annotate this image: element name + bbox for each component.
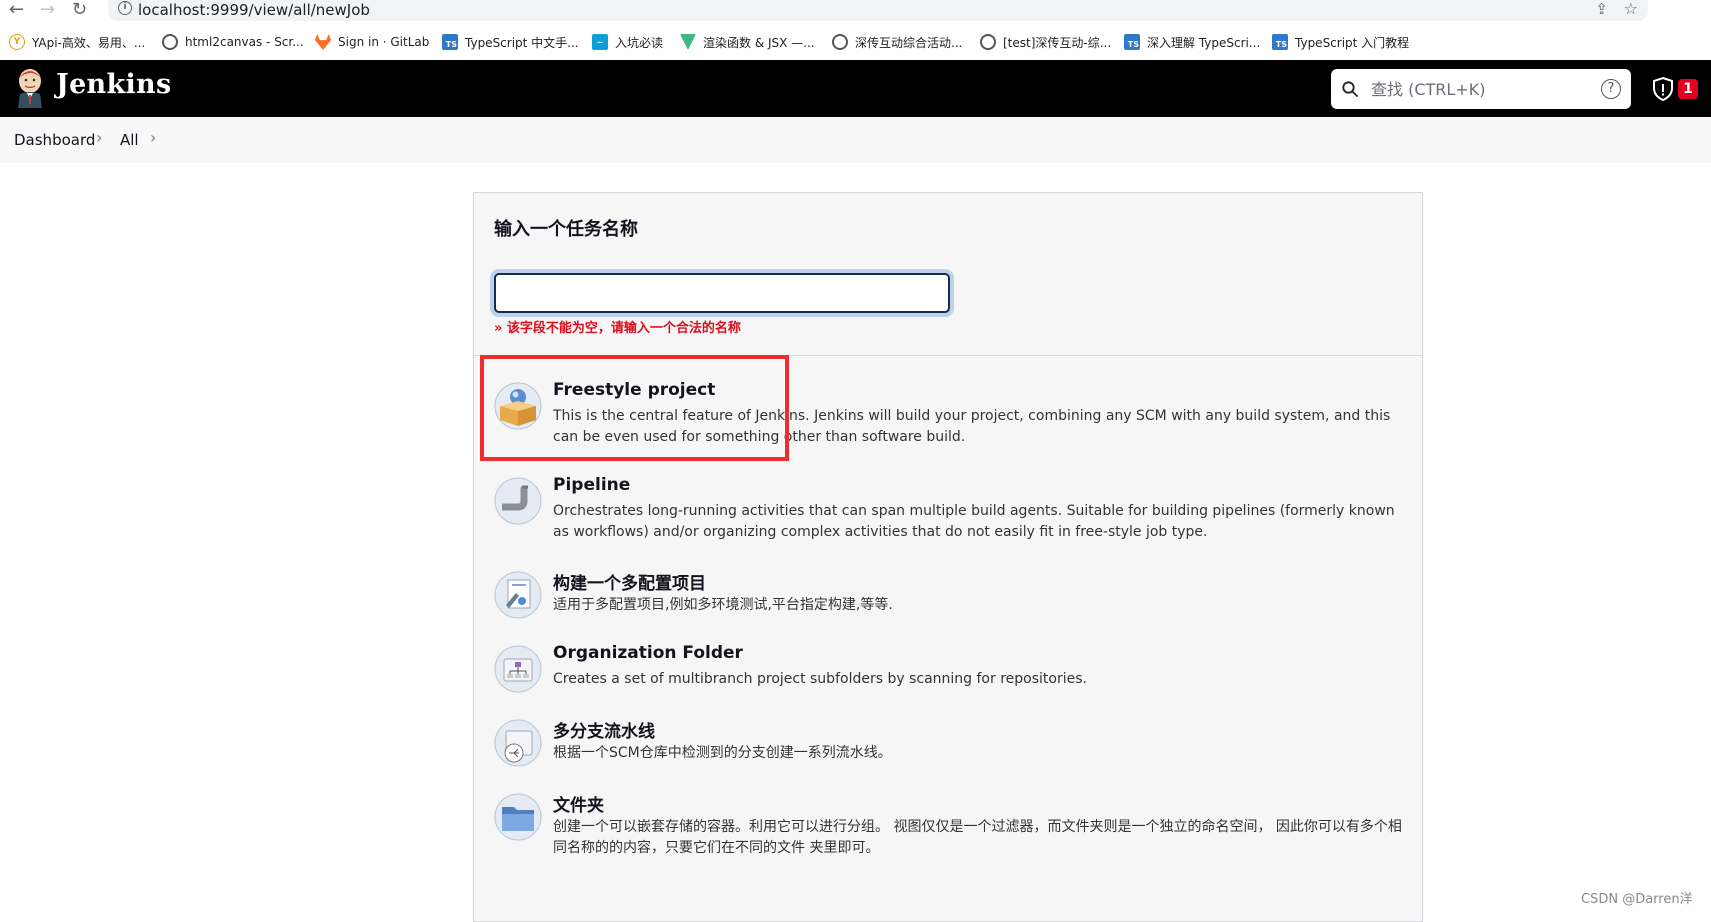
bookmark-item[interactable]: TS TypeScript 入门教程 [1272, 32, 1409, 52]
watermark: CSDN @Darren洋 [1581, 892, 1693, 907]
globe-icon [980, 34, 996, 50]
bookmark-star-icon[interactable]: ☆ [1624, 0, 1638, 18]
wave-icon: ~ [592, 34, 608, 50]
job-type-multibranch-pipeline[interactable]: 多分支流水线 根据一个SCM仓库中检测到的分支创建一系列流水线。 [494, 717, 1404, 777]
multibranch-icon [494, 719, 542, 767]
job-type-folder[interactable]: 文件夹 创建一个可以嵌套存储的容器。利用它可以进行分组。 视图仅仅是一个过滤器，… [494, 791, 1404, 861]
back-arrow-icon[interactable]: ← [9, 0, 24, 20]
job-name-input[interactable] [494, 273, 950, 313]
typescript-icon: TS [442, 34, 458, 50]
organization-folder-icon [494, 645, 542, 693]
bookmark-item[interactable]: Y YApi-高效、易用、... [9, 32, 145, 52]
job-type-organization-folder[interactable]: Organization Folder Creates a set of mul… [494, 643, 1404, 703]
job-type-title: 文件夹 [553, 796, 604, 816]
job-type-title: 构建一个多配置项目 [553, 574, 706, 594]
jenkins-header: Jenkins ? 1 [0, 60, 1711, 117]
search-box[interactable]: ? [1331, 69, 1631, 109]
pipeline-icon [494, 477, 542, 525]
bookmark-item[interactable]: [test]深传互动-综... [980, 32, 1111, 52]
bookmarks-bar: Y YApi-高效、易用、... html2canvas - Scr... Sig… [0, 30, 1711, 56]
typescript-icon: TS [1272, 34, 1288, 50]
bookmark-label: [test]深传互动-综... [1003, 35, 1112, 50]
chevron-right-icon[interactable]: › [96, 128, 102, 147]
multi-config-icon [494, 571, 542, 619]
bookmark-label: 渲染函数 & JSX —... [703, 35, 815, 50]
job-name-section: 输入一个任务名称 » 该字段不能为空，请输入一个合法的名称 [474, 193, 1422, 356]
bookmark-label: Sign in · GitLab [338, 35, 430, 49]
job-type-description: 创建一个可以嵌套存储的容器。利用它可以进行分组。 视图仅仅是一个过滤器，而文件夹… [553, 819, 1402, 856]
search-input[interactable] [1371, 75, 1581, 103]
bookmark-label: html2canvas - Scr... [185, 35, 304, 49]
breadcrumb-dashboard[interactable]: Dashboard [14, 131, 95, 149]
job-type-description: 根据一个SCM仓库中检测到的分支创建一系列流水线。 [553, 745, 892, 761]
bookmark-item[interactable]: 深传互动综合活动... [832, 32, 962, 52]
jenkins-logo-icon[interactable] [14, 66, 46, 108]
breadcrumb-all[interactable]: All [120, 131, 139, 149]
job-type-pipeline[interactable]: Pipeline Orchestrates long-running activ… [494, 475, 1404, 545]
bookmark-item[interactable]: Sign in · GitLab [315, 32, 429, 52]
forward-arrow-icon[interactable]: → [40, 0, 55, 20]
globe-icon [832, 34, 848, 50]
bookmark-label: 深传互动综合活动... [855, 35, 963, 50]
job-type-description: Orchestrates long-running activities tha… [553, 503, 1395, 540]
typescript-icon: TS [1124, 34, 1140, 50]
security-shield-icon[interactable] [1651, 76, 1675, 102]
validation-error: » 该字段不能为空，请输入一个合法的名称 [494, 321, 741, 336]
annotation-highlight-box [480, 355, 789, 461]
job-type-multi-config[interactable]: 构建一个多配置项目 适用于多配置项目,例如多环境测试,平台指定构建,等等. [494, 569, 1404, 629]
site-info-icon[interactable]: i [118, 1, 132, 15]
bookmark-item[interactable]: ~ 入坑必读 [592, 32, 663, 52]
breadcrumb: Dashboard › All › [0, 117, 1711, 163]
job-type-title: Pipeline [553, 475, 631, 495]
job-type-description: Creates a set of multibranch project sub… [553, 671, 1087, 687]
new-job-panel: 输入一个任务名称 » 该字段不能为空，请输入一个合法的名称 Freestyle … [473, 192, 1423, 922]
search-icon [1342, 81, 1358, 97]
address-bar[interactable]: i localhost:9999/view/all/newJob ⇪ ☆ [108, 0, 1648, 21]
address-text[interactable]: localhost:9999/view/all/newJob [138, 1, 370, 19]
gitlab-icon [315, 34, 331, 50]
vue-icon [680, 34, 696, 50]
job-type-description: 适用于多配置项目,例如多环境测试,平台指定构建,等等. [553, 597, 893, 613]
job-name-label: 输入一个任务名称 [494, 219, 638, 240]
folder-icon [494, 793, 542, 841]
security-count-badge[interactable]: 1 [1678, 79, 1698, 99]
bookmark-label: TypeScript 入门教程 [1295, 35, 1410, 50]
share-icon[interactable]: ⇪ [1595, 0, 1608, 18]
help-icon[interactable]: ? [1601, 79, 1621, 99]
bookmark-item[interactable]: 渲染函数 & JSX —... [680, 32, 815, 52]
bookmark-label: YApi-高效、易用、... [32, 35, 146, 50]
bookmark-item[interactable]: TS 深入理解 TypeScri... [1124, 32, 1260, 52]
reload-icon[interactable]: ↻ [72, 0, 87, 20]
bookmark-label: 深入理解 TypeScri... [1147, 35, 1261, 50]
jenkins-brand[interactable]: Jenkins [56, 69, 171, 100]
bookmark-label: TypeScript 中文手... [465, 35, 579, 50]
bookmark-label: 入坑必读 [615, 35, 664, 50]
yapi-icon: Y [9, 34, 25, 50]
globe-icon [162, 34, 178, 50]
job-type-title: Organization Folder [553, 643, 743, 663]
bookmark-item[interactable]: html2canvas - Scr... [162, 32, 304, 52]
bookmark-item[interactable]: TS TypeScript 中文手... [442, 32, 579, 52]
browser-toolbar: ← → ↻ i localhost:9999/view/all/newJob ⇪… [0, 0, 1711, 22]
job-type-title: 多分支流水线 [553, 722, 655, 742]
chevron-right-icon[interactable]: › [150, 128, 156, 147]
